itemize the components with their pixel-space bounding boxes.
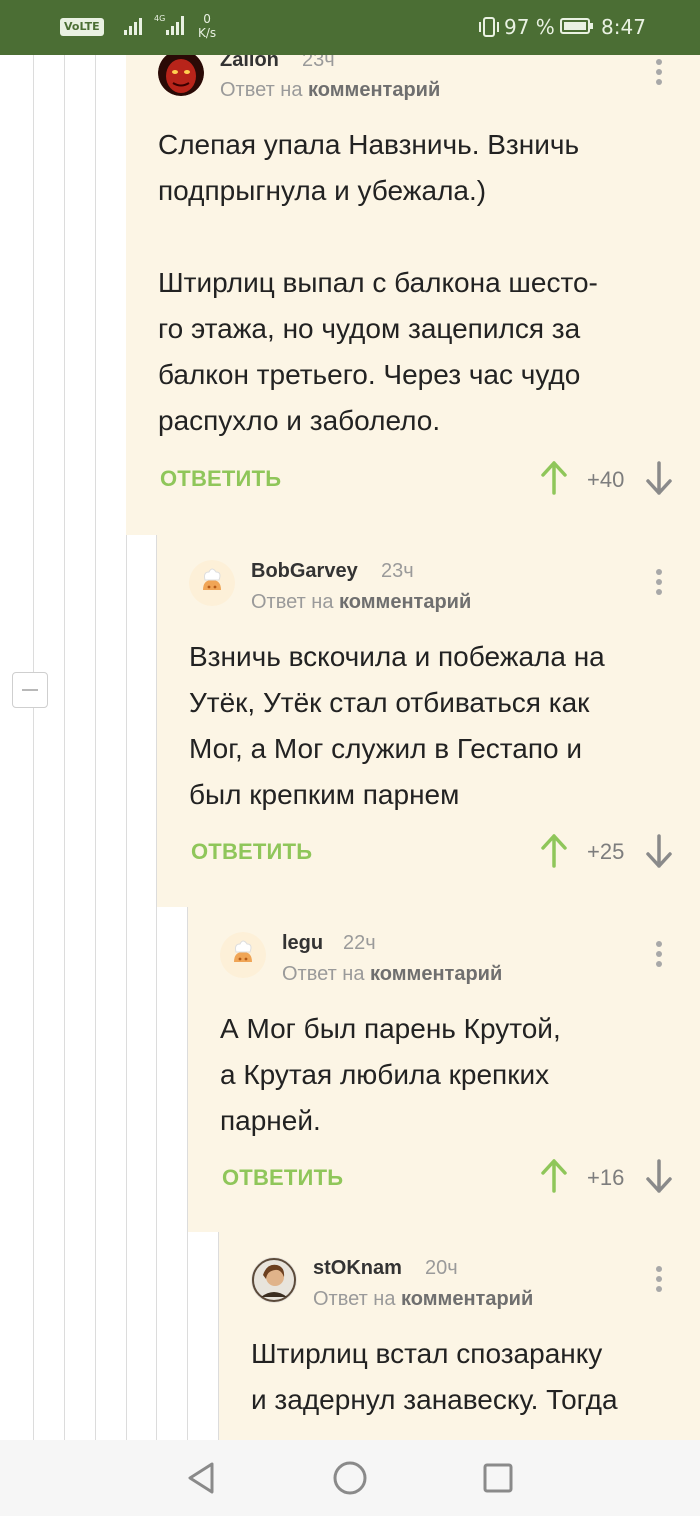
reply-to-link[interactable]: Ответ на комментарий	[282, 963, 502, 986]
upvote-icon[interactable]	[539, 834, 569, 868]
comment: stOKnam 20ч Ответ на комментарий Штирлиц…	[219, 1232, 700, 1440]
comment-author[interactable]: legu	[282, 932, 323, 955]
comment-menu-button[interactable]	[656, 59, 662, 89]
comment-body: Слепая упала Навзничь. Взничь подпрыгнул…	[158, 129, 598, 436]
reply-to-target[interactable]: комментарий	[308, 79, 440, 101]
back-icon[interactable]	[184, 1460, 218, 1496]
reply-to-link[interactable]: Ответ на комментарий	[313, 1288, 533, 1311]
comment-author[interactable]: stOKnam	[313, 1257, 402, 1280]
reply-to-target[interactable]: комментарий	[339, 591, 471, 613]
reply-to-target[interactable]: комментарий	[401, 1288, 533, 1310]
comment-score: +16	[587, 1165, 625, 1190]
reply-to-prefix: Ответ на	[220, 79, 303, 101]
default-chef-avatar[interactable]	[189, 560, 235, 606]
battery-percent: 97 %	[504, 15, 555, 39]
comments-thread: Zallon 23ч Ответ на комментарий Слепая у…	[0, 55, 700, 1440]
comment: BobGarvey 23ч Ответ на комментарий Взнич…	[157, 535, 700, 907]
reply-button[interactable]: ОТВЕТИТЬ	[222, 1165, 343, 1191]
comment-time: 23ч	[381, 560, 414, 582]
comment-time: 23ч	[302, 55, 335, 71]
upvote-icon[interactable]	[539, 1159, 569, 1193]
thread-line	[64, 55, 65, 1440]
reply-to-target[interactable]: комментарий	[370, 963, 502, 985]
downvote-icon[interactable]	[644, 834, 674, 868]
comment-body: Штирлиц встал спозаранку и задернул зана…	[251, 1338, 618, 1440]
comment-author[interactable]: Zallon	[220, 55, 279, 72]
battery-icon	[560, 18, 593, 34]
network-type-label: 4G	[154, 14, 166, 23]
network-speed: 0 K/s	[198, 12, 216, 40]
comment: Zallon 23ч Ответ на комментарий Слепая у…	[126, 55, 700, 535]
vibrate-icon	[479, 17, 499, 37]
thread-line	[33, 55, 34, 1440]
home-icon[interactable]	[332, 1460, 368, 1496]
comment-menu-button[interactable]	[656, 941, 662, 971]
reply-button[interactable]: ОТВЕТИТЬ	[160, 466, 281, 492]
reply-to-link[interactable]: Ответ на комментарий	[251, 591, 471, 614]
system-navigation-bar	[0, 1440, 700, 1516]
network-speed-unit: K/s	[198, 26, 217, 40]
signal-icon	[124, 18, 142, 35]
status-bar: VoLTE 4G 0 K/s 97 % 8:47	[0, 0, 700, 55]
default-chef-avatar[interactable]	[220, 932, 266, 978]
comment-score: +25	[587, 839, 625, 864]
comment-body: Взничь вскочила и побежала на Утёк, Утёк…	[189, 641, 605, 810]
comment-time: 22ч	[343, 932, 376, 954]
comment-author[interactable]: BobGarvey	[251, 560, 358, 583]
collapse-thread-button[interactable]	[12, 672, 48, 708]
comment-menu-button[interactable]	[656, 1266, 662, 1296]
reply-button[interactable]: ОТВЕТИТЬ	[191, 839, 312, 865]
recent-apps-icon[interactable]	[482, 1462, 514, 1494]
reply-to-link[interactable]: Ответ на комментарий	[220, 79, 440, 102]
comment-time: 20ч	[425, 1257, 458, 1279]
upvote-icon[interactable]	[539, 461, 569, 495]
network-speed-value: 0	[203, 12, 211, 26]
reply-to-prefix: Ответ на	[251, 591, 334, 613]
signal-icon-2	[166, 16, 184, 35]
red-devil-avatar[interactable]	[158, 55, 204, 96]
photo-avatar[interactable]	[251, 1257, 297, 1303]
comment-score: +40	[587, 467, 625, 492]
clock: 8:47	[601, 15, 646, 39]
downvote-icon[interactable]	[644, 1159, 674, 1193]
comment: legu 22ч Ответ на комментарий А Мог был …	[188, 907, 700, 1232]
thread-line	[95, 55, 96, 1440]
reply-to-prefix: Ответ на	[313, 1288, 396, 1310]
comment-body: А Мог был парень Крутой, а Крутая любила…	[220, 1013, 561, 1136]
downvote-icon[interactable]	[644, 461, 674, 495]
volte-indicator: VoLTE	[60, 18, 104, 36]
comment-menu-button[interactable]	[656, 569, 662, 599]
reply-to-prefix: Ответ на	[282, 963, 365, 985]
